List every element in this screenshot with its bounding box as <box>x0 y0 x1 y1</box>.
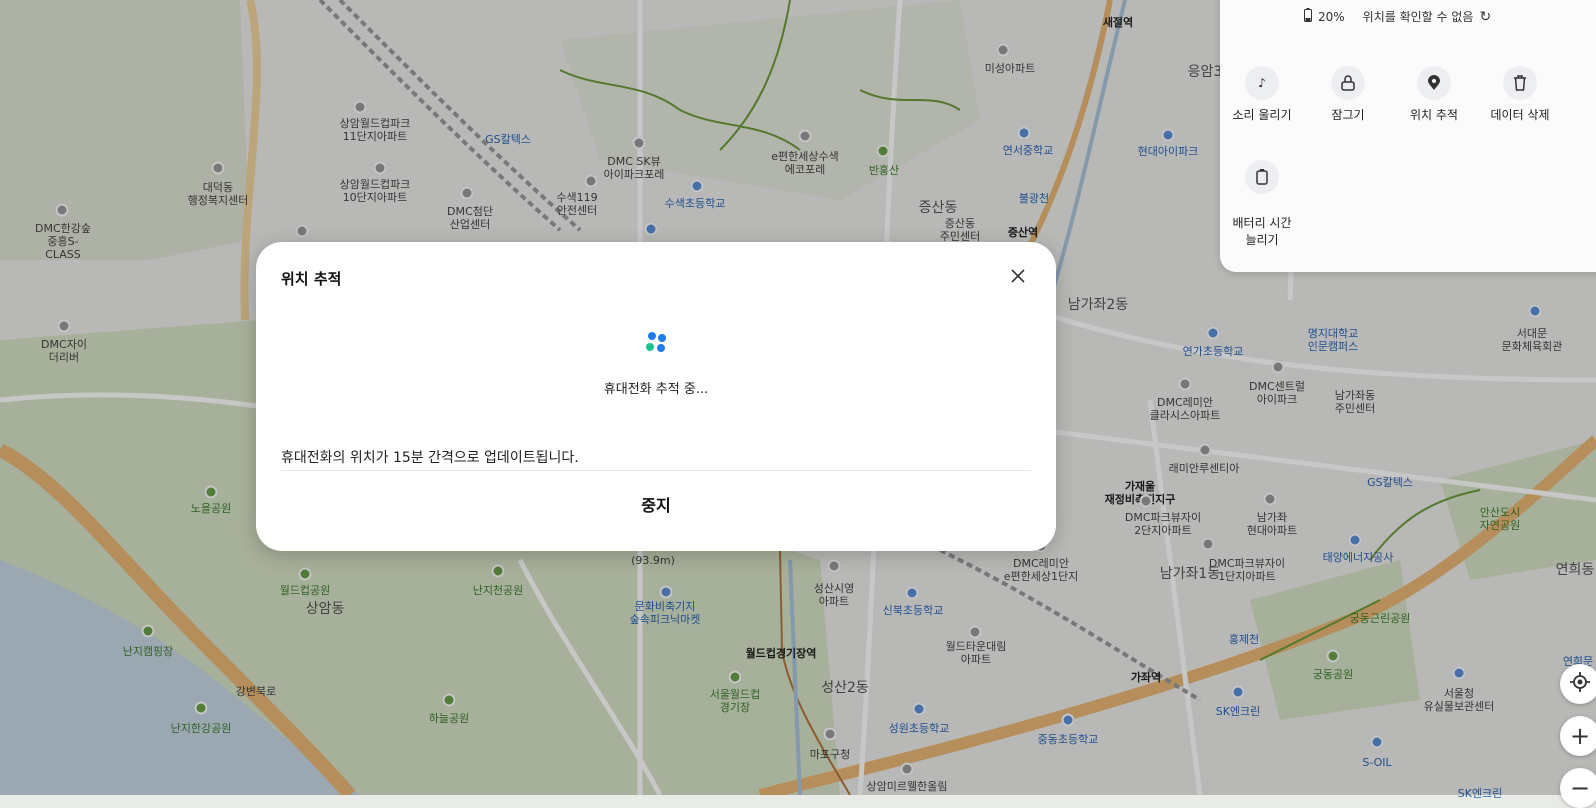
close-icon <box>1011 269 1025 283</box>
zoom-in-button[interactable]: + <box>1560 716 1596 756</box>
divider <box>281 470 1031 471</box>
action-battery-saver-label: 배터리 시간 늘리기 <box>1232 216 1292 247</box>
action-lock[interactable]: 잠그기 <box>1308 66 1388 123</box>
plus-icon: + <box>1569 722 1591 750</box>
dialog-title: 위치 추적 <box>281 270 342 288</box>
zoom-out-button[interactable]: − <box>1560 768 1596 808</box>
device-panel: 20% 위치를 확인할 수 없음 ↻ ♪ 소리 울리기 잠그기 위치 추적 데이… <box>1220 0 1596 272</box>
battery-icon <box>1304 8 1312 25</box>
update-interval-note: 휴대전화의 위치가 15분 간격으로 업데이트됩니다. <box>281 450 579 466</box>
location-pin-icon <box>1417 66 1451 100</box>
lock-icon <box>1331 66 1365 100</box>
refresh-icon[interactable]: ↻ <box>1479 9 1491 25</box>
action-erase-label: 데이터 삭제 <box>1490 108 1550 122</box>
crosshair-icon <box>1570 672 1590 696</box>
action-lock-label: 잠그기 <box>1331 108 1365 122</box>
location-tracking-dialog: 위치 추적 휴대전화 추적 중... 휴대전화의 위치가 15분 간격으로 업데… <box>256 242 1056 551</box>
action-track[interactable]: 위치 추적 <box>1394 66 1474 123</box>
action-erase[interactable]: 데이터 삭제 <box>1480 66 1560 123</box>
action-track-label: 위치 추적 <box>1410 108 1458 122</box>
my-location-button[interactable] <box>1560 664 1596 704</box>
trash-icon <box>1503 66 1537 100</box>
action-ring-label: 소리 울리기 <box>1232 108 1292 122</box>
close-button[interactable] <box>1006 264 1030 288</box>
device-status: 20% 위치를 확인할 수 없음 ↻ <box>1304 8 1491 25</box>
action-ring[interactable]: ♪ 소리 울리기 <box>1222 66 1302 123</box>
loading-spinner-icon <box>645 330 669 354</box>
battery-level: 20% <box>1318 9 1345 24</box>
music-note-icon: ♪ <box>1245 66 1279 100</box>
battery-saver-icon <box>1245 160 1279 194</box>
stop-button[interactable]: 중지 <box>581 489 731 519</box>
minus-icon: − <box>1569 774 1591 802</box>
tracking-status: 휴대전화 추적 중... <box>603 382 709 397</box>
action-battery-saver[interactable]: 배터리 시간 늘리기 <box>1222 146 1302 248</box>
location-status: 위치를 확인할 수 없음 <box>1362 10 1474 24</box>
